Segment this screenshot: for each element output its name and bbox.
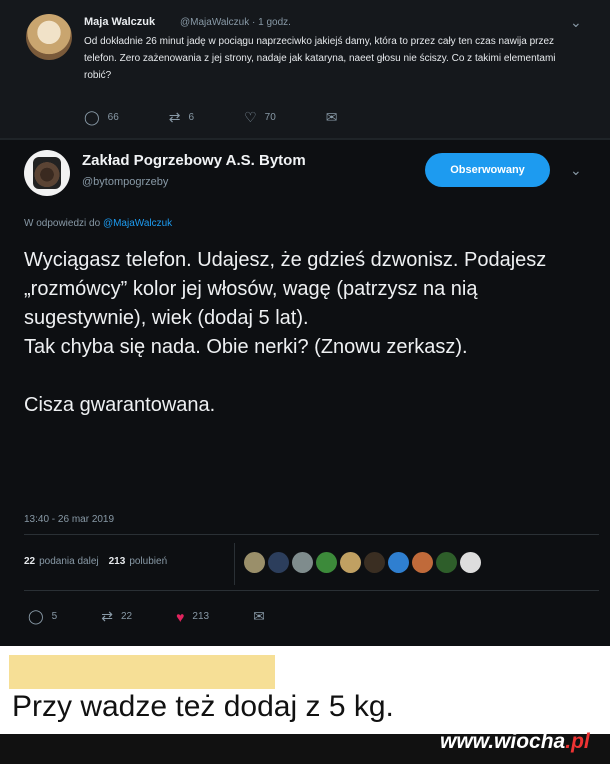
in-reply-handle-link[interactable]: @MajaWalczuk [103, 218, 172, 229]
watermark-tld: .pl [565, 730, 590, 753]
like-count: 213 [192, 611, 210, 622]
mail-icon: ✉ [325, 109, 338, 125]
tweet-body: Wyciągasz telefon. Udajesz, że gdzieś dz… [24, 246, 584, 420]
divider [24, 590, 599, 591]
avatar[interactable] [412, 552, 433, 573]
retweet-count: 22 [120, 611, 133, 622]
reply-count: 66 [107, 112, 119, 123]
retweet-count: 6 [188, 112, 195, 123]
avatar[interactable] [244, 552, 265, 573]
timestamp[interactable]: 13:40 - 26 mar 2019 [24, 514, 114, 525]
tweet-actions: ◯ 5 ⇄ 22 ♥ 213 ✉ [28, 608, 309, 625]
divider [234, 543, 235, 585]
avatar[interactable] [340, 552, 361, 573]
likers-avatars [244, 552, 481, 573]
like-button[interactable]: ♥ 213 [176, 609, 209, 625]
divider [24, 534, 599, 535]
dm-button[interactable]: ✉ [326, 109, 338, 126]
author-name[interactable]: Zakład Pogrzebowy A.S. Bytom [82, 152, 306, 169]
retweet-total-label: podania dalej [39, 556, 99, 567]
follow-button[interactable]: Obserwowany [425, 153, 550, 187]
like-count: 70 [264, 112, 276, 123]
dm-button[interactable]: ✉ [253, 608, 265, 625]
avatar[interactable] [364, 552, 385, 573]
highlight-box [9, 655, 275, 689]
in-reply-prefix: W odpowiedzi do [24, 218, 101, 229]
avatar[interactable] [24, 150, 70, 196]
tweet-text: Od dokładnie 26 minut jadę w pociągu nap… [84, 36, 556, 81]
tweet-actions: ◯ 66 ⇄ 6 ♡ 70 ✉ [84, 109, 388, 126]
reply-icon: ◯ [28, 608, 44, 624]
retweet-icon: ⇄ [101, 608, 113, 624]
avatar[interactable] [388, 552, 409, 573]
divider [0, 138, 610, 140]
watermark: www.wiocha.pl [440, 730, 590, 754]
avatar[interactable] [316, 552, 337, 573]
like-total-label: polubień [129, 556, 168, 567]
reply-button[interactable]: ◯ 66 [84, 109, 119, 126]
avatar[interactable] [268, 552, 289, 573]
retweet-total[interactable]: 22 [24, 556, 35, 567]
funeral-wreath-icon [33, 157, 61, 189]
heart-icon: ♡ [244, 109, 257, 125]
avatar[interactable] [436, 552, 457, 573]
avatar[interactable] [460, 552, 481, 573]
retweet-icon: ⇄ [168, 109, 181, 125]
watermark-main: www.wiocha [440, 730, 566, 753]
chevron-down-icon[interactable]: ⌄ [570, 14, 582, 31]
caption: Przy wadze też dodaj z 5 kg. [12, 690, 394, 723]
reply-button[interactable]: ◯ 5 [28, 608, 57, 625]
author-name[interactable]: Maja Walczuk [84, 16, 155, 28]
mail-icon: ✉ [253, 608, 265, 624]
tweet-paragraph: Wyciągasz telefon. Udajesz, że gdzieś dz… [24, 249, 547, 329]
author-handle: @bytompogrzeby [82, 176, 169, 188]
in-reply-to: W odpowiedzi do @MajaWalczuk [24, 218, 172, 229]
retweet-button[interactable]: ⇄ 6 [169, 109, 194, 126]
chevron-down-icon[interactable]: ⌄ [570, 162, 582, 179]
retweet-button[interactable]: ⇄ 22 [101, 608, 132, 625]
avatar[interactable] [292, 552, 313, 573]
like-button[interactable]: ♡ 70 [244, 109, 276, 126]
tweet-paragraph: Cisza gwarantowana. [24, 394, 216, 416]
author-handle-time: @MajaWalczuk · 1 godz. [180, 17, 291, 28]
avatar[interactable] [26, 14, 72, 60]
heart-icon: ♥ [176, 608, 185, 625]
tweet-stats: 22 podania dalej 213 polubień [24, 556, 167, 567]
tweet-paragraph: Tak chyba się nada. Obie nerki? (Znowu z… [24, 336, 468, 358]
reply-count: 5 [51, 611, 58, 622]
reply-icon: ◯ [84, 109, 100, 125]
like-total[interactable]: 213 [109, 556, 126, 567]
